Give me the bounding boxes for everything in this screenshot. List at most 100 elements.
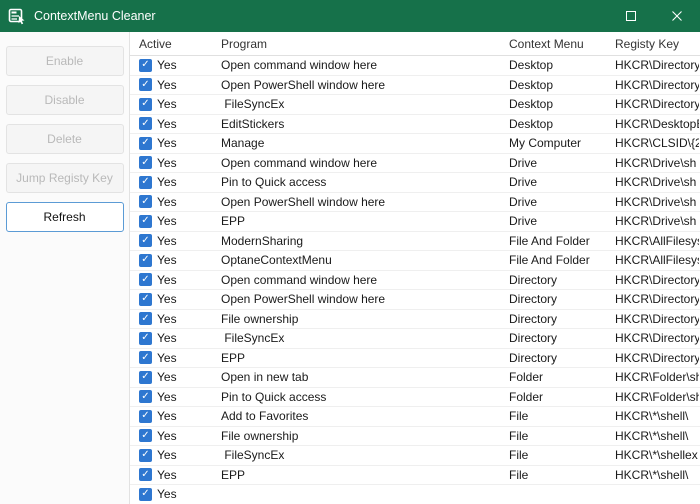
context-menu-cell: Folder: [500, 370, 606, 384]
table-row[interactable]: ✓ Yes: [130, 485, 700, 504]
registry-key-cell: HKCR\Directory: [606, 312, 699, 326]
active-label: Yes: [157, 214, 177, 228]
active-label: Yes: [157, 97, 177, 111]
column-header-registy-key[interactable]: Registy Key: [606, 37, 699, 51]
program-cell: Pin to Quick access: [212, 175, 500, 189]
program-cell: EPP: [212, 214, 500, 228]
registry-key-cell: HKCR\Directory: [606, 331, 699, 345]
active-checkbox[interactable]: ✓: [139, 449, 152, 462]
active-checkbox[interactable]: ✓: [139, 78, 152, 91]
active-checkbox[interactable]: ✓: [139, 312, 152, 325]
registry-key-cell: HKCR\Drive\sh: [606, 156, 699, 170]
active-checkbox[interactable]: ✓: [139, 468, 152, 481]
column-header-program[interactable]: Program: [212, 37, 500, 51]
active-cell: ✓Yes: [130, 351, 212, 365]
registry-key-cell: HKCR\Directory: [606, 97, 699, 111]
registry-key-cell: HKCR\Directory: [606, 273, 699, 287]
active-label: Yes: [157, 370, 177, 384]
active-checkbox[interactable]: ✓: [139, 410, 152, 423]
active-checkbox[interactable]: ✓: [139, 254, 152, 267]
active-checkbox[interactable]: ✓: [139, 195, 152, 208]
maximize-button[interactable]: [608, 0, 654, 32]
program-cell: Open command window here: [212, 273, 500, 287]
active-cell: ✓ Yes: [130, 370, 212, 384]
active-checkbox[interactable]: ✓: [139, 293, 152, 306]
registry-key-cell: HKCR\CLSID\{2: [606, 136, 699, 150]
active-checkbox[interactable]: ✓: [139, 234, 152, 247]
table-row[interactable]: ✓YesFile ownershipDirectoryHKCR\Director…: [130, 310, 700, 330]
sidebar-button-delete[interactable]: Delete: [6, 124, 124, 154]
active-checkbox[interactable]: ✓: [139, 390, 152, 403]
active-checkbox[interactable]: ✓: [139, 371, 152, 384]
program-cell: File ownership: [212, 429, 500, 443]
active-cell: ✓Yes: [130, 175, 212, 189]
table-row[interactable]: ✓YesOpen PowerShell window hereDesktopHK…: [130, 76, 700, 96]
column-header-context-menu[interactable]: Context Menu: [500, 37, 606, 51]
table-row[interactable]: ✓YesFile ownershipFileHKCR\*\shell\: [130, 427, 700, 447]
program-cell: Pin to Quick access: [212, 390, 500, 404]
sidebar-button-disable[interactable]: Disable: [6, 85, 124, 115]
active-label: Yes: [157, 487, 177, 501]
table-row[interactable]: ✓YesPin to Quick accessDriveHKCR\Drive\s…: [130, 173, 700, 193]
context-menu-table: ActiveProgramContext MenuRegisty Key ✓Ye…: [130, 32, 700, 504]
active-checkbox[interactable]: ✓: [139, 273, 152, 286]
table-row[interactable]: ✓YesModernSharingFile And FolderHKCR\All…: [130, 232, 700, 252]
active-checkbox[interactable]: ✓: [139, 215, 152, 228]
active-cell: ✓Yes: [130, 58, 212, 72]
table-row[interactable]: ✓YesEPPDirectoryHKCR\Directory: [130, 349, 700, 369]
active-cell: ✓Yes: [130, 117, 212, 131]
program-cell: File ownership: [212, 312, 500, 326]
table-row[interactable]: ✓YesOpen PowerShell window hereDriveHKCR…: [130, 193, 700, 213]
context-menu-cell: My Computer: [500, 136, 606, 150]
context-menu-cell: Desktop: [500, 117, 606, 131]
table-row[interactable]: ✓Yes FileSyncExDirectoryHKCR\Directory: [130, 329, 700, 349]
table-row[interactable]: ✓YesAdd to FavoritesFileHKCR\*\shell\: [130, 407, 700, 427]
table-row[interactable]: ✓YesOpen PowerShell window hereDirectory…: [130, 290, 700, 310]
registry-key-cell: HKCR\*\shell\: [606, 468, 699, 482]
active-checkbox[interactable]: ✓: [139, 332, 152, 345]
table-row[interactable]: ✓YesOpen command window hereDesktopHKCR\…: [130, 56, 700, 76]
context-menu-cell: Drive: [500, 175, 606, 189]
active-cell: ✓Yes: [130, 253, 212, 267]
active-checkbox[interactable]: ✓: [139, 488, 152, 501]
sidebar-button-enable[interactable]: Enable: [6, 46, 124, 76]
active-cell: ✓ Yes: [130, 487, 212, 501]
column-header-active[interactable]: Active: [130, 37, 212, 51]
titlebar: ContextMenu Cleaner: [0, 0, 700, 32]
registry-key-cell: HKCR\DesktopB: [606, 117, 699, 131]
active-cell: ✓Yes: [130, 448, 212, 462]
registry-key-cell: HKCR\Directory: [606, 292, 699, 306]
program-cell: ModernSharing: [212, 234, 500, 248]
active-cell: ✓Yes: [130, 273, 212, 287]
table-row[interactable]: ✓Yes FileSyncExFileHKCR\*\shellex: [130, 446, 700, 466]
context-menu-cell: Directory: [500, 331, 606, 345]
program-cell: Open command window here: [212, 58, 500, 72]
sidebar-button-refresh[interactable]: Refresh: [6, 202, 124, 232]
table-row[interactable]: ✓YesOpen command window hereDirectoryHKC…: [130, 271, 700, 291]
table-row[interactable]: ✓YesEditStickersDesktopHKCR\DesktopB: [130, 115, 700, 135]
active-cell: ✓Yes: [130, 195, 212, 209]
active-checkbox[interactable]: ✓: [139, 429, 152, 442]
table-row[interactable]: ✓YesPin to Quick accessFolderHKCR\Folder…: [130, 388, 700, 408]
context-menu-cell: Desktop: [500, 97, 606, 111]
table-row[interactable]: ✓YesEPPFileHKCR\*\shell\: [130, 466, 700, 486]
active-checkbox[interactable]: ✓: [139, 176, 152, 189]
program-cell: Open PowerShell window here: [212, 195, 500, 209]
active-checkbox[interactable]: ✓: [139, 137, 152, 150]
table-row[interactable]: ✓Yes FileSyncExDesktopHKCR\Directory: [130, 95, 700, 115]
table-row[interactable]: ✓YesOptaneContextMenuFile And FolderHKCR…: [130, 251, 700, 271]
active-checkbox[interactable]: ✓: [139, 351, 152, 364]
active-checkbox[interactable]: ✓: [139, 156, 152, 169]
sidebar-button-jump-registy-key[interactable]: Jump Registy Key: [6, 163, 124, 193]
table-row[interactable]: ✓YesManageMy ComputerHKCR\CLSID\{2: [130, 134, 700, 154]
program-cell: Manage: [212, 136, 500, 150]
table-row[interactable]: ✓YesOpen command window hereDriveHKCR\Dr…: [130, 154, 700, 174]
context-menu-cell: Drive: [500, 195, 606, 209]
active-checkbox[interactable]: ✓: [139, 117, 152, 130]
table-row[interactable]: ✓YesOpen in new tabFolderHKCR\Folder\sh: [130, 368, 700, 388]
active-checkbox[interactable]: ✓: [139, 59, 152, 72]
table-row[interactable]: ✓YesEPPDriveHKCR\Drive\sh: [130, 212, 700, 232]
active-label: Yes: [157, 312, 177, 326]
close-button[interactable]: [654, 0, 700, 32]
active-checkbox[interactable]: ✓: [139, 98, 152, 111]
